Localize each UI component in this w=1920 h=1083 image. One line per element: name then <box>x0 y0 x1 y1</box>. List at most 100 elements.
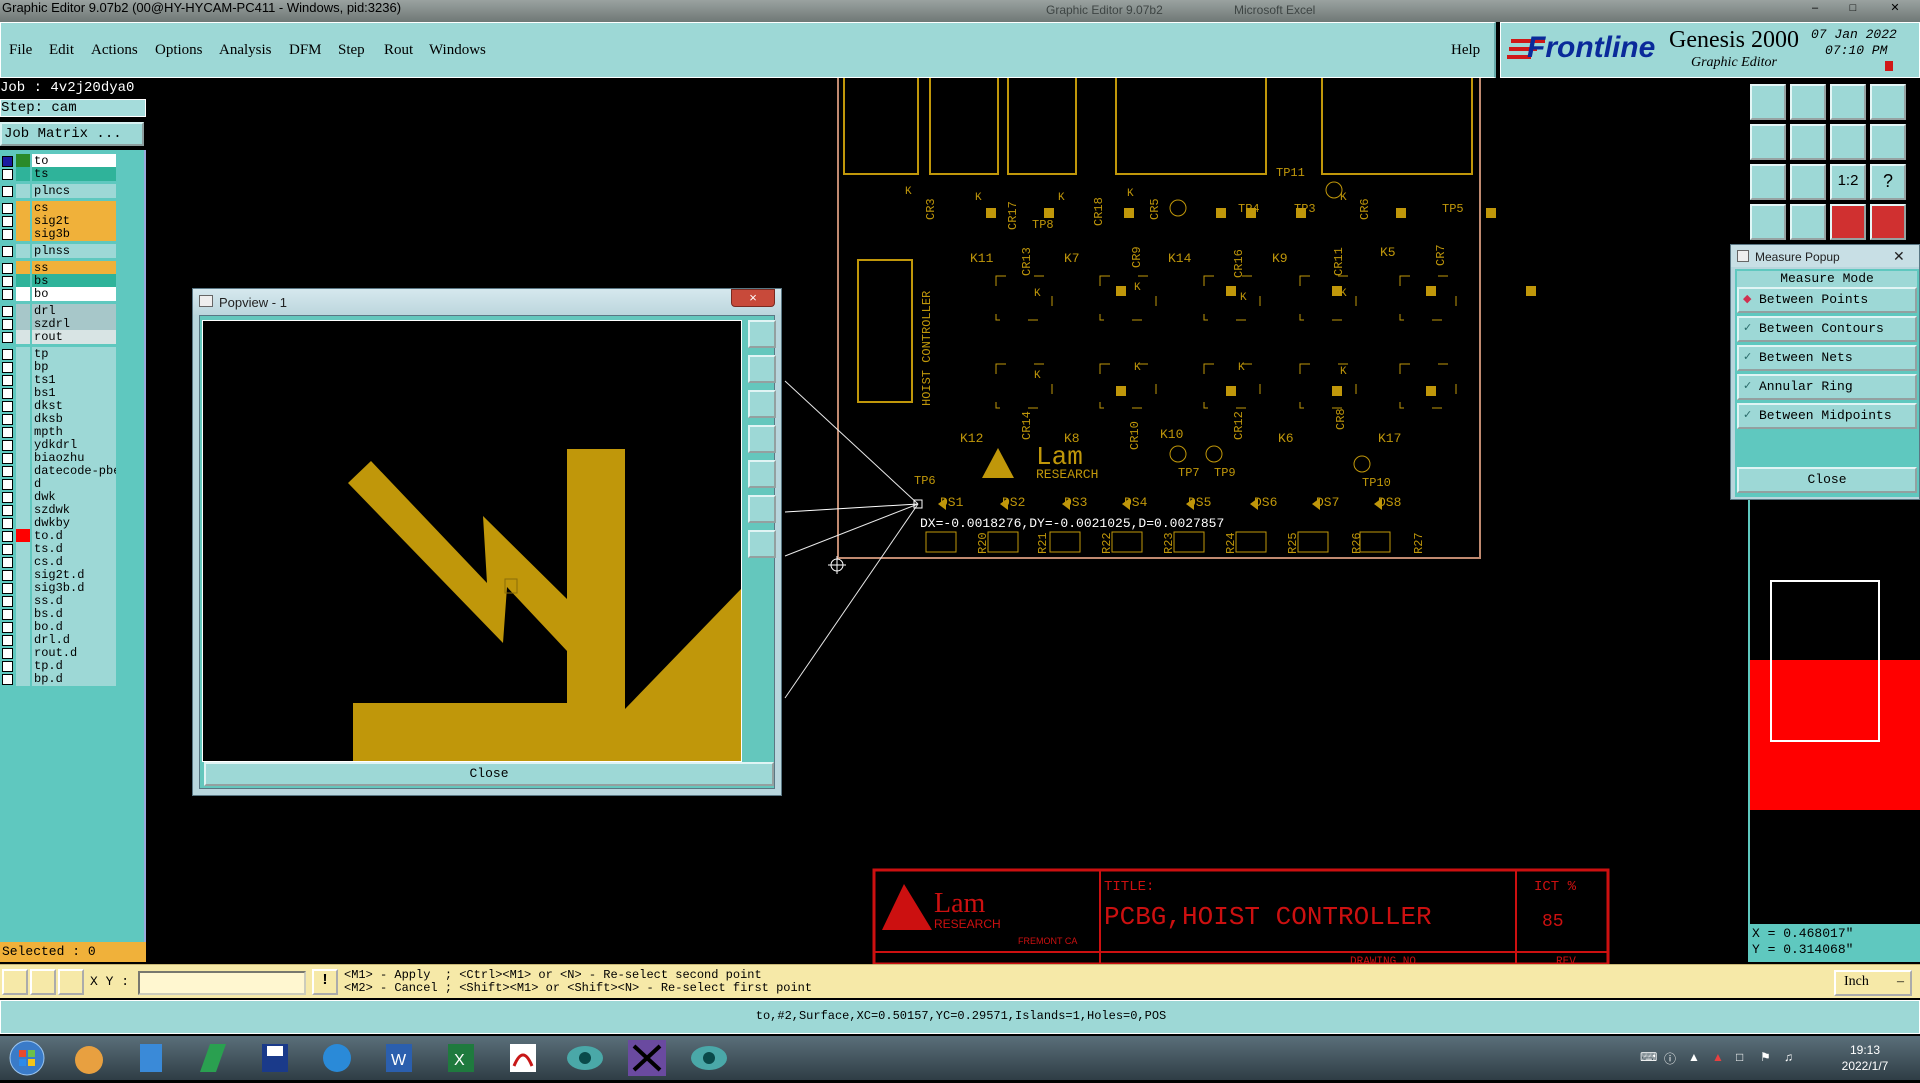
layer-checkbox[interactable] <box>2 169 13 180</box>
layer-color-swatch[interactable] <box>16 490 30 504</box>
layer-name[interactable]: datecode-pbe <box>32 464 116 478</box>
layer-checkbox[interactable] <box>2 388 13 399</box>
popview-zoom-fit-icon[interactable] <box>748 320 776 348</box>
layer-checkbox[interactable] <box>2 518 13 529</box>
layer-row[interactable]: ydkdrl <box>0 438 118 452</box>
layer-color-swatch[interactable] <box>16 672 30 686</box>
tray-help-icon[interactable]: ⓘ <box>1664 1050 1676 1067</box>
layer-row[interactable]: bo <box>0 287 118 301</box>
layer-row[interactable]: bp <box>0 360 118 374</box>
layer-name[interactable]: sig3b.d <box>32 581 116 595</box>
layer-checkbox[interactable] <box>2 661 13 672</box>
layer-color-swatch[interactable] <box>16 373 30 387</box>
layer-row[interactable]: mpth <box>0 425 118 439</box>
layer-row[interactable]: datecode-pbe <box>0 464 118 478</box>
layer-name[interactable]: ss <box>32 261 116 275</box>
layer-color-swatch[interactable] <box>16 317 30 331</box>
layer-row[interactable]: to <box>0 154 118 168</box>
layer-checkbox[interactable] <box>2 505 13 516</box>
layer-name[interactable]: szdrl <box>32 317 116 331</box>
layer-color-swatch[interactable] <box>16 646 30 660</box>
tray-expand-icon[interactable]: ▲ <box>1688 1050 1700 1064</box>
settings-icon[interactable] <box>1750 204 1786 240</box>
layer-row[interactable]: d <box>0 477 118 491</box>
layer-color-swatch[interactable] <box>16 503 30 517</box>
layer-name[interactable]: ss.d <box>32 594 116 608</box>
pads-app-icon[interactable] <box>186 1038 240 1078</box>
layer-checkbox[interactable] <box>2 289 13 300</box>
help-icon[interactable]: ? <box>1870 164 1906 200</box>
layer-color-swatch[interactable] <box>16 581 30 595</box>
layer-checkbox[interactable] <box>2 622 13 633</box>
layer-row[interactable]: bs.d <box>0 607 118 621</box>
net-highlight-icon[interactable] <box>1830 204 1866 240</box>
layer-checkbox[interactable] <box>2 557 13 568</box>
layer-checkbox[interactable] <box>2 401 13 412</box>
layer-checkbox[interactable] <box>2 531 13 542</box>
layer-checkbox[interactable] <box>2 453 13 464</box>
layer-color-swatch[interactable] <box>16 451 30 465</box>
layer-color-swatch[interactable] <box>16 274 30 288</box>
layer-color-swatch[interactable] <box>16 227 30 241</box>
layer-row[interactable]: drl.d <box>0 633 118 647</box>
measure-close-icon[interactable]: ✕ <box>1893 248 1905 265</box>
layer-color-swatch[interactable] <box>16 633 30 647</box>
layer-checkbox[interactable] <box>2 479 13 490</box>
excel-icon[interactable]: X <box>434 1038 488 1078</box>
measure-between-nets[interactable]: ✓ Between Nets <box>1737 345 1917 371</box>
layer-checkbox[interactable] <box>2 246 13 257</box>
layer-checkbox[interactable] <box>2 319 13 330</box>
layer-name[interactable]: cs <box>32 201 116 215</box>
tray-app-icon[interactable]: ▲ <box>1712 1050 1724 1064</box>
layer-row[interactable]: cs <box>0 201 118 215</box>
layer-color-swatch[interactable] <box>16 412 30 426</box>
layer-checkbox[interactable] <box>2 635 13 646</box>
layer-checkbox[interactable] <box>2 596 13 607</box>
scale-1-2-icon[interactable]: 1:2 <box>1830 164 1866 200</box>
layer-row[interactable]: ts <box>0 167 118 181</box>
layer-row[interactable]: ts1 <box>0 373 118 387</box>
grid-snap-icon[interactable] <box>30 969 56 995</box>
layer-row[interactable]: szdrl <box>0 317 118 331</box>
layer-name[interactable]: cs.d <box>32 555 116 569</box>
measure-icon[interactable] <box>1790 204 1826 240</box>
system-clock[interactable]: 19:13 2022/1/7 <box>1810 1042 1920 1074</box>
shell-app-icon[interactable] <box>62 1038 116 1078</box>
layer-row[interactable]: to.d <box>0 529 118 543</box>
layer-row[interactable]: dkst <box>0 399 118 413</box>
layer-name[interactable]: drl <box>32 304 116 318</box>
menu-rout[interactable]: Rout <box>384 42 413 59</box>
zoom-home-icon[interactable] <box>1750 84 1786 120</box>
layer-name[interactable]: biaozhu <box>32 451 116 465</box>
layer-name[interactable]: dwk <box>32 490 116 504</box>
layer-row[interactable]: bs1 <box>0 386 118 400</box>
layer-color-swatch[interactable] <box>16 347 30 361</box>
menu-options[interactable]: Options <box>155 42 203 59</box>
layer-checkbox[interactable] <box>2 492 13 503</box>
layer-name[interactable]: szdwk <box>32 503 116 517</box>
zoom-area-icon[interactable] <box>1790 164 1826 200</box>
menu-analysis[interactable]: Analysis <box>219 42 272 59</box>
layer-color-swatch[interactable] <box>16 425 30 439</box>
layer-name[interactable]: bs <box>32 274 116 288</box>
layer-color-swatch[interactable] <box>16 261 30 275</box>
close-icon[interactable]: ✕ <box>1880 0 1910 14</box>
tray-keyboard-icon[interactable]: ⌨ <box>1640 1050 1657 1064</box>
layer-checkbox[interactable] <box>2 674 13 685</box>
tray-monitor-icon[interactable]: □ <box>1736 1050 1743 1064</box>
popview-pan-down-icon[interactable] <box>748 390 776 418</box>
grid-icon[interactable] <box>58 969 84 995</box>
popview-pan-right-icon[interactable] <box>748 460 776 488</box>
layer-row[interactable]: rout <box>0 330 118 344</box>
pdf-reader-icon[interactable] <box>496 1038 550 1078</box>
tray-volume-icon[interactable]: ♫ <box>1784 1050 1793 1064</box>
layer-checkbox[interactable] <box>2 332 13 343</box>
start-button-icon[interactable] <box>0 1038 54 1078</box>
layer-row[interactable]: bs <box>0 274 118 288</box>
layer-row[interactable]: plnss <box>0 244 118 258</box>
measure-title-bar[interactable]: Measure Popup ✕ <box>1731 245 1919 267</box>
layer-name[interactable]: bs1 <box>32 386 116 400</box>
layer-checkbox[interactable] <box>2 216 13 227</box>
layer-name[interactable]: drl.d <box>32 633 116 647</box>
measure-close-button[interactable]: Close <box>1737 467 1917 493</box>
